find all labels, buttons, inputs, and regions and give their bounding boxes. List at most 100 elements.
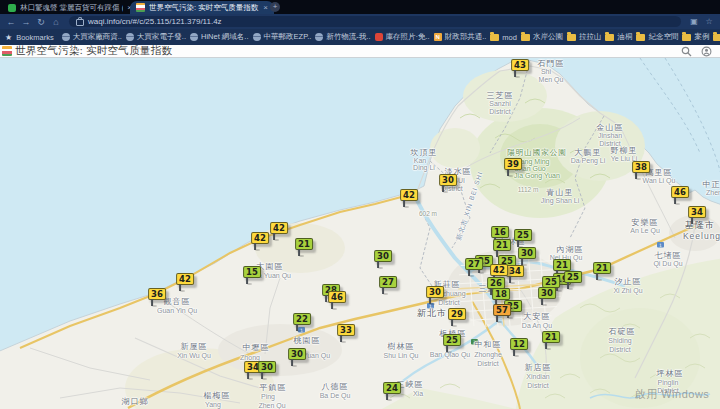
bookmarks-bar: ★ Bookmarks 大買家廠商資..大買家電子發..HiNet 網域名..中… <box>0 29 720 45</box>
forward-icon[interactable]: → <box>20 17 32 27</box>
air-quality-map[interactable]: 1 1 1 3 石門區ShiMen Qu三芝區SanzhiDistrict金山區… <box>0 58 720 409</box>
aqi-marker[interactable]: 33 <box>337 324 355 336</box>
bookmark-item[interactable]: mod <box>490 33 517 42</box>
favicon-icon <box>190 33 198 41</box>
aqi-marker[interactable]: 22 <box>293 313 311 325</box>
aqi-marker[interactable]: 30 <box>426 286 444 298</box>
bookmark-item[interactable]: 北門 <box>713 32 720 42</box>
aqi-marker[interactable]: 27 <box>379 276 397 288</box>
map-label: 中和區 <box>475 339 502 350</box>
aqi-marker[interactable]: 30 <box>518 247 536 259</box>
extension-icon[interactable]: ▣ <box>688 17 700 26</box>
map-label: Sanzhi <box>489 100 510 107</box>
search-icon[interactable] <box>681 46 692 57</box>
aqi-marker[interactable]: 30 <box>258 361 276 373</box>
aqi-marker[interactable]: 25 <box>564 271 582 283</box>
bookmark-item[interactable]: 油桐 <box>605 32 632 42</box>
map-label: 602 m <box>419 210 437 217</box>
map-label: Keelung <box>683 231 720 241</box>
bookmark-item[interactable]: 案例 <box>682 32 709 42</box>
map-label: 大安區 <box>524 311 551 322</box>
aqi-marker[interactable]: 16 <box>491 226 509 238</box>
map-label: 中壢區 <box>243 342 270 353</box>
new-tab-button[interactable]: + <box>270 2 280 12</box>
aqi-marker[interactable]: 34 <box>688 206 706 218</box>
bookmark-item[interactable]: HiNet 網域名.. <box>190 32 249 42</box>
aqi-marker[interactable]: 25 <box>443 334 461 346</box>
favicon-icon <box>126 33 134 41</box>
aqi-marker[interactable]: 12 <box>510 338 528 350</box>
location-user-icon[interactable] <box>701 46 712 57</box>
aqi-marker[interactable]: 30 <box>538 287 556 299</box>
bookmark-star-icon[interactable]: ☆ <box>703 17 715 26</box>
map-label: Shu Lin Qu <box>383 352 418 359</box>
aqi-marker[interactable]: 43 <box>511 59 529 71</box>
favicon-icon <box>62 33 70 41</box>
bookmark-label: 案例 <box>694 32 709 42</box>
aqi-marker[interactable]: 24 <box>383 382 401 394</box>
map-label: 1112 m <box>518 186 539 193</box>
aqi-marker[interactable]: 15 <box>243 266 261 278</box>
aqi-marker[interactable]: 27 <box>465 258 483 270</box>
aqi-marker[interactable]: 42 <box>270 222 288 234</box>
aqi-marker[interactable]: 30 <box>288 348 306 360</box>
map-label: Ding Li <box>413 164 435 171</box>
tab-2[interactable]: 世界空气污染: 实时空气质量指数 × <box>130 1 274 14</box>
map-label: Zhonghe <box>474 351 502 358</box>
aqi-marker[interactable]: 34 <box>506 265 524 277</box>
aqi-marker[interactable]: 39 <box>504 158 522 170</box>
map-label: Jinshan <box>598 132 622 139</box>
aqi-marker[interactable]: 42 <box>251 232 269 244</box>
bookmarks-label: Bookmarks <box>16 33 54 42</box>
url-text[interactable]: waqi.info/cn/#/c/25.115/121.379/11.4z <box>88 17 222 26</box>
aqi-marker[interactable]: 21 <box>553 259 571 271</box>
reload-icon[interactable]: ↻ <box>35 17 47 27</box>
folder-icon <box>682 34 691 41</box>
aqi-marker[interactable]: 30 <box>374 250 392 262</box>
aqi-marker[interactable]: 46 <box>671 186 689 198</box>
bookmark-item[interactable]: 新竹物流-我.. <box>315 32 370 42</box>
bookmark-item[interactable]: 中華郵政EZP.. <box>253 32 312 42</box>
favicon-icon <box>253 33 261 41</box>
bookmark-item[interactable]: N財政部共通.. <box>434 32 487 42</box>
map-label: 平鎮區 <box>260 382 287 393</box>
map-label: An Le Qu <box>630 227 660 234</box>
tab-2-title: 世界空气污染: 实时空气质量指数 <box>149 3 259 13</box>
map-label: Da Peng Li <box>571 157 606 164</box>
bookmark-label: 大買家電子發.. <box>137 32 186 42</box>
folder-icon <box>567 34 576 41</box>
tab-2-close-icon[interactable]: × <box>263 3 268 12</box>
aqi-marker[interactable]: 57 <box>493 304 511 316</box>
tab-1[interactable]: 林口驚魂聲 堂麗百貨可有踩傷 (... × <box>2 1 138 14</box>
aqi-marker[interactable]: 21 <box>542 331 560 343</box>
map-label: Kan <box>414 157 426 164</box>
aqi-marker[interactable]: 25 <box>514 229 532 241</box>
map-label: Wan Li Qu <box>643 177 676 184</box>
aqi-marker[interactable]: 30 <box>439 174 457 186</box>
map-label: District <box>527 382 548 389</box>
aqi-marker[interactable]: 42 <box>400 189 418 201</box>
bookmark-item[interactable]: 庫存照片·免.. <box>375 32 430 42</box>
bookmark-item[interactable]: 大買家廠商資.. <box>62 32 122 42</box>
aqi-marker[interactable]: 38 <box>632 161 650 173</box>
aqi-marker[interactable]: 21 <box>493 239 511 251</box>
aqi-marker[interactable]: 18 <box>492 288 510 300</box>
aqi-marker[interactable]: 42 <box>490 264 508 276</box>
home-icon[interactable]: ⌂ <box>50 17 62 27</box>
aqi-marker[interactable]: 46 <box>328 291 346 303</box>
bookmark-item[interactable]: 水岸公園 <box>521 32 563 42</box>
aqi-marker[interactable]: 29 <box>448 308 466 320</box>
map-label: 新店區 <box>525 362 552 373</box>
bookmark-item[interactable]: 大買家電子發.. <box>126 32 186 42</box>
back-icon[interactable]: ← <box>5 17 17 27</box>
aqi-marker[interactable]: 21 <box>593 262 611 274</box>
aqi-marker[interactable]: 36 <box>148 288 166 300</box>
aqi-marker[interactable]: 21 <box>295 238 313 250</box>
bookmark-item[interactable]: 拉拉山 <box>567 32 602 42</box>
aqi-marker[interactable]: 42 <box>176 273 194 285</box>
bookmark-item[interactable]: 紀念空間 <box>636 32 678 42</box>
address-bar[interactable]: waqi.info/cn/#/c/25.115/121.379/11.4z <box>69 16 681 27</box>
map-label: Ba De Qu <box>320 392 351 399</box>
map-label: Guan Yin Qu <box>157 307 197 314</box>
bookmark-label: 水岸公園 <box>533 32 563 42</box>
